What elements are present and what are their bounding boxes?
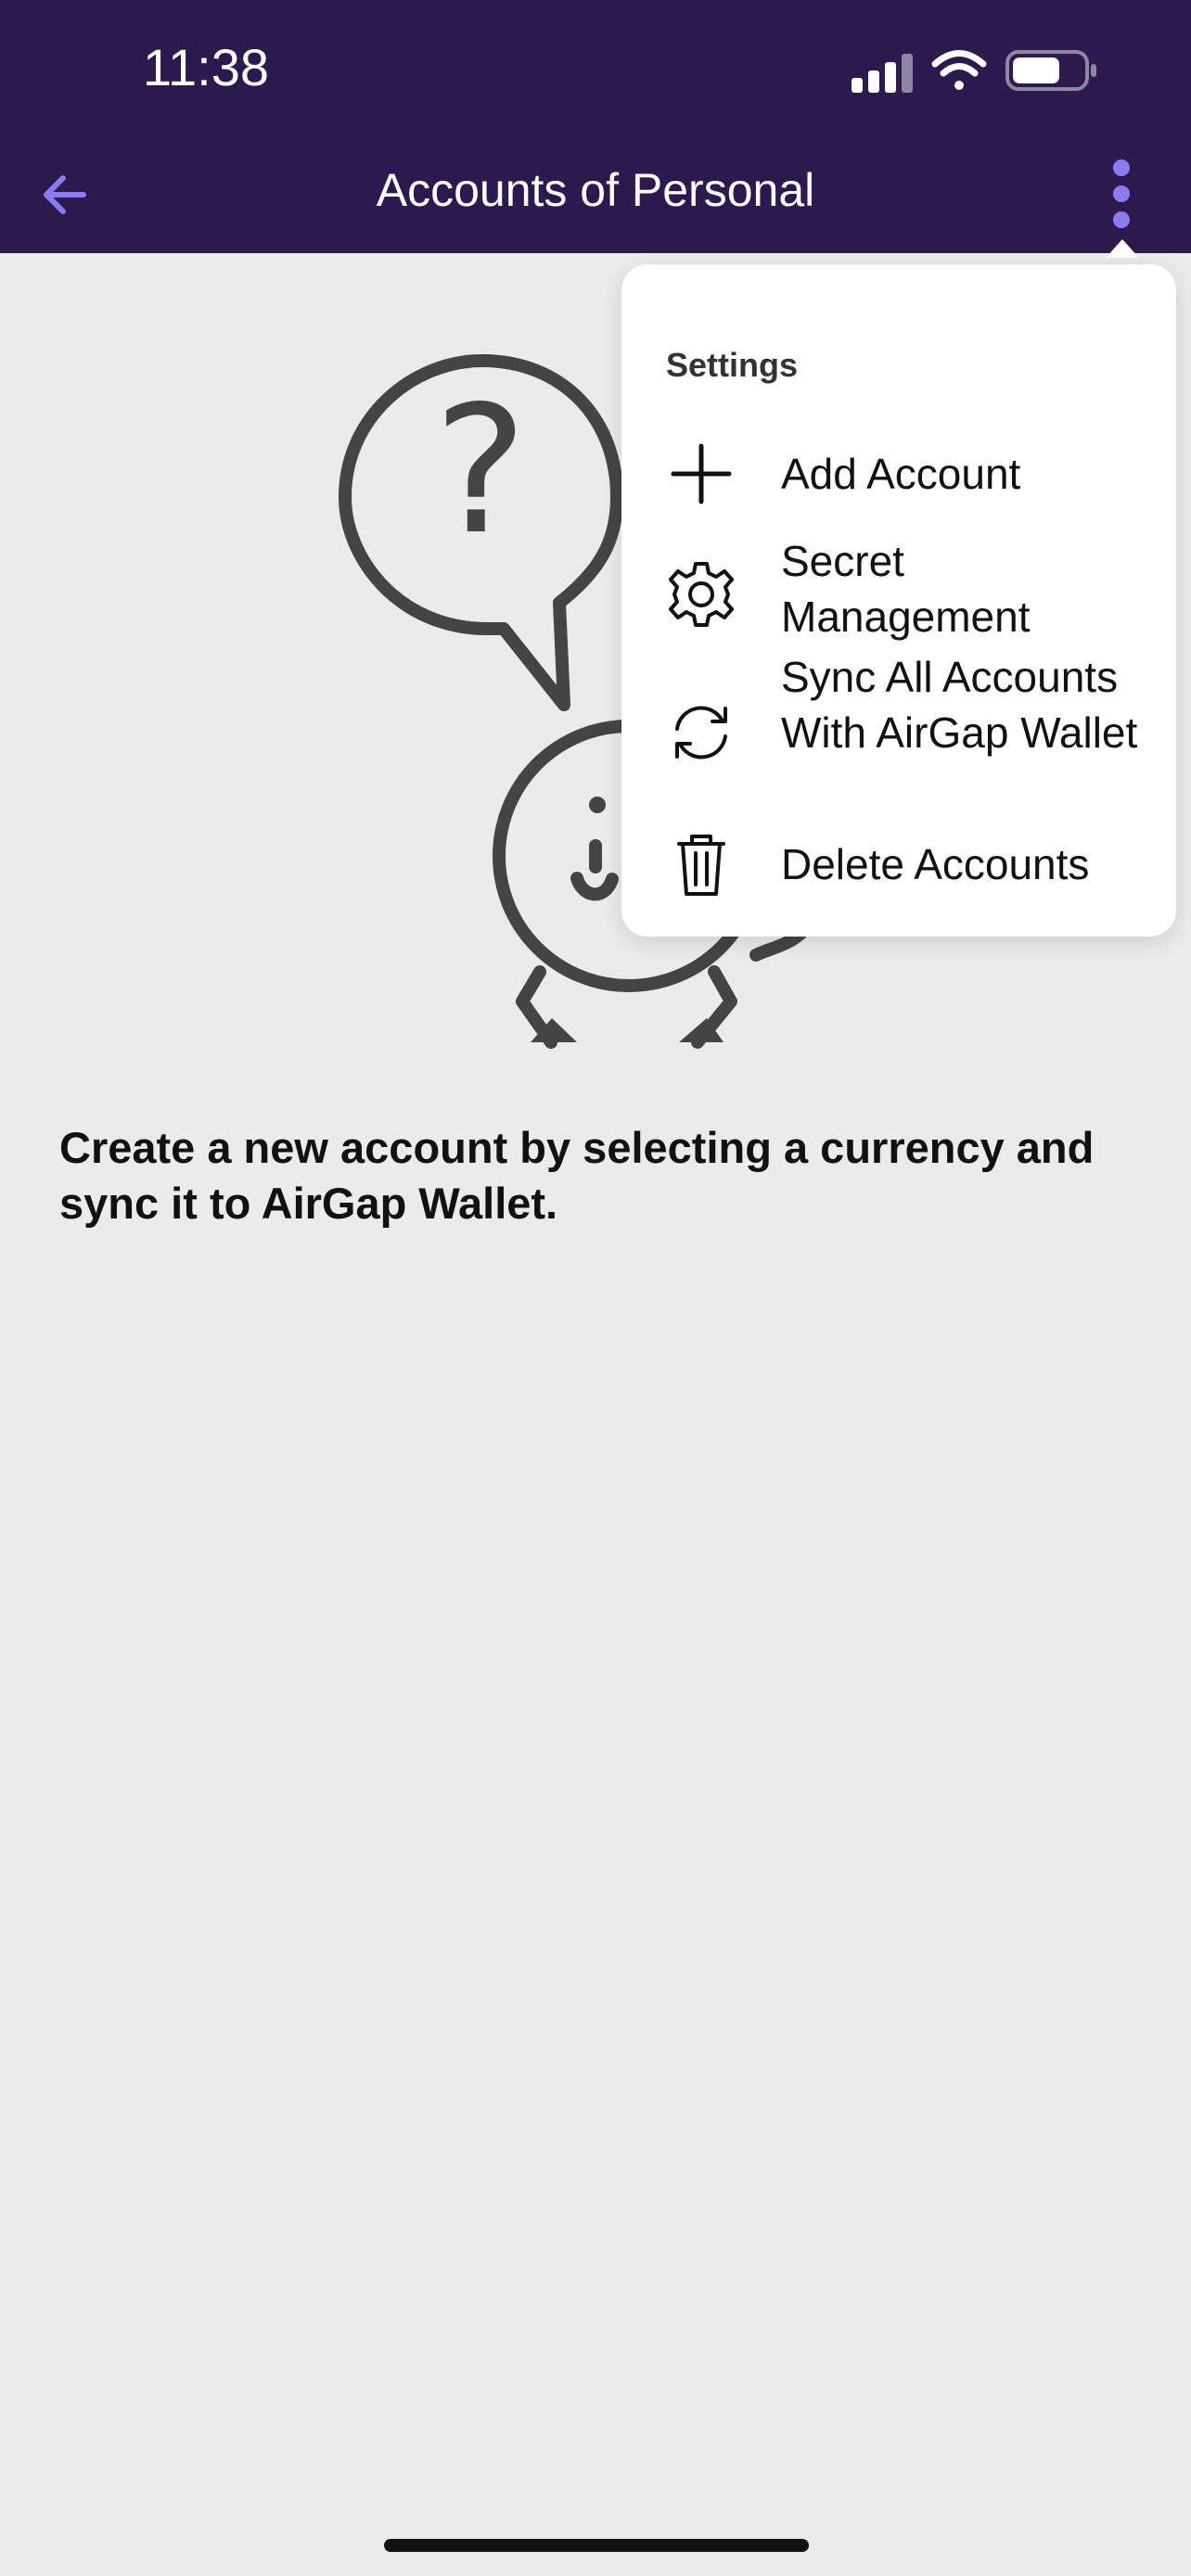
menu-item-label: Secret Management [781,537,1031,641]
settings-popover: Settings Add Account Secret Management S… [621,264,1176,937]
more-vertical-icon-dot-2 [1113,185,1130,202]
status-time: 11:38 [143,38,269,96]
menu-item-label: Delete Accounts [781,840,1090,888]
home-indicator[interactable] [384,2539,809,2552]
status-bar: 11:38 [0,0,1191,139]
trash-icon [677,835,725,896]
popover-header: Settings [666,346,799,384]
empty-state-message: Create a new account by selecting a curr… [59,1123,1095,1228]
app-header: Accounts of Personal [0,139,1191,253]
menu-item-delete-accounts[interactable]: Delete Accounts [621,825,1176,918]
status-icons [852,46,1102,95]
menu-item-label: Sync All Accounts With AirGap Wallet [781,653,1138,757]
more-vertical-icon-dot-3 [1113,211,1130,228]
more-vertical-icon-dot-1 [1113,159,1130,176]
page-title: Accounts of Personal [376,164,815,216]
menu-item-label: Add Account [781,450,1021,498]
menu-item-secret-management[interactable]: Secret Management [621,533,1176,654]
cellular-signal-icon [852,54,913,93]
menu-item-sync-all[interactable]: Sync All Accounts With AirGap Wallet [621,649,1176,816]
more-options-button[interactable] [1093,152,1148,241]
svg-text:?: ? [434,368,528,573]
sync-icon [675,706,727,759]
battery-icon [1005,50,1096,91]
wifi-icon [931,50,987,90]
menu-item-add-account[interactable]: Add Account [621,429,1176,531]
plus-icon [671,443,732,504]
gear-icon [669,562,734,627]
popover-arrow [1106,239,1139,258]
screen: 11:38 Accounts of Personal ? Create a ne… [0,0,1191,2576]
